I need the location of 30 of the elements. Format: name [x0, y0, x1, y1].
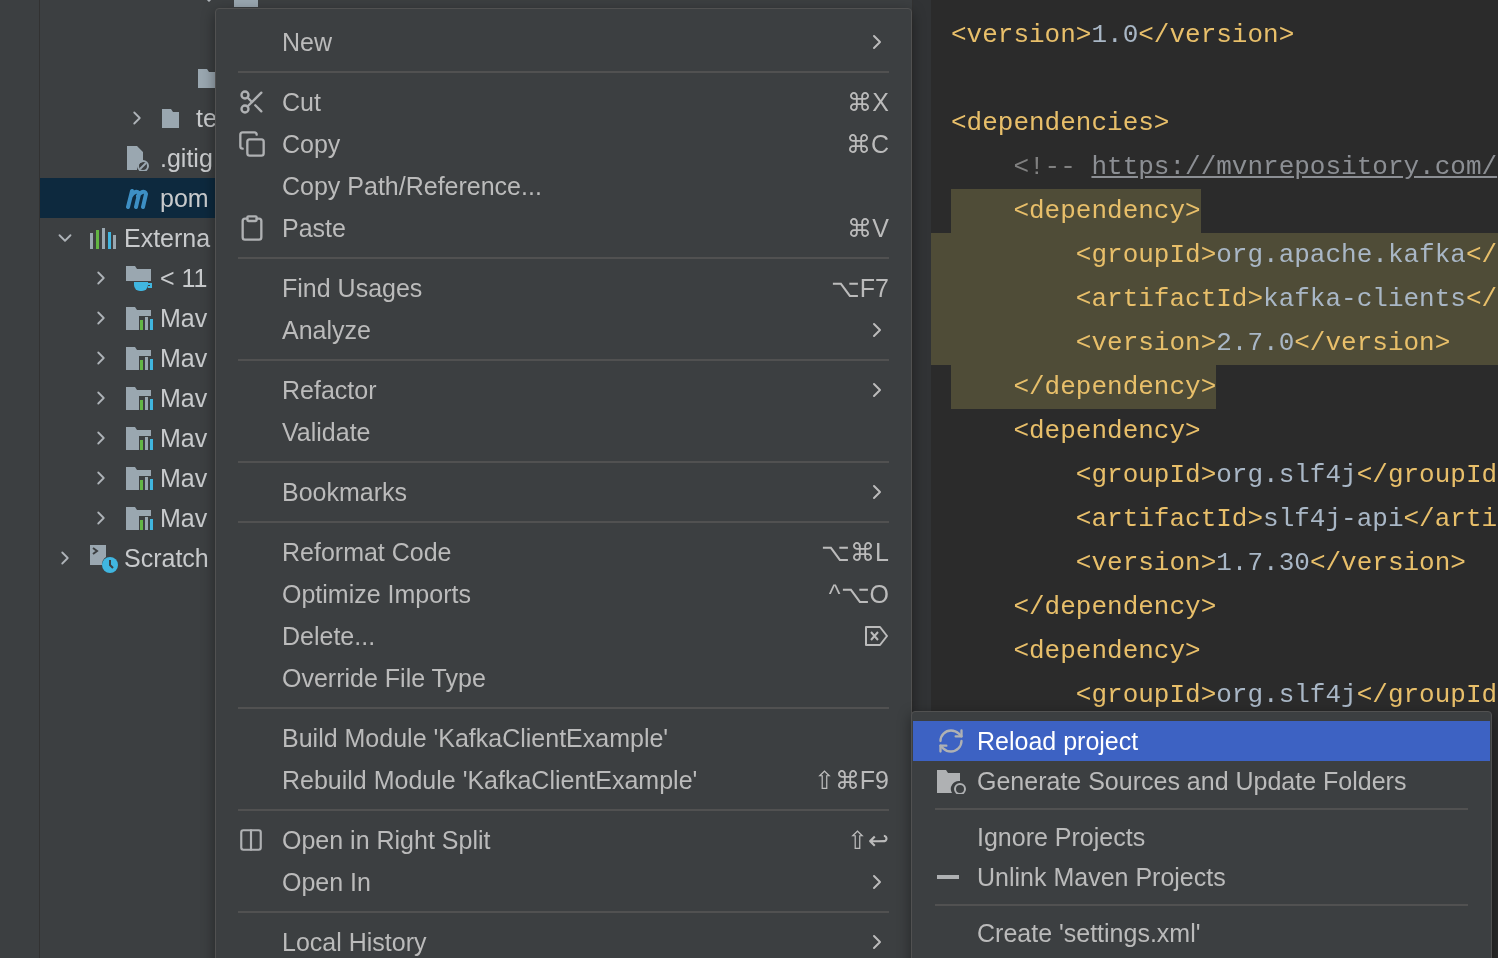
shortcut-label: ⌥⌘L: [821, 537, 889, 567]
tree-item-label: Mav: [160, 503, 208, 533]
tree-item-label: .gitig: [160, 143, 213, 173]
shortcut-label: ⌥F7: [830, 273, 889, 303]
code-line: <dependencies>: [951, 107, 1170, 140]
shortcut-label: ⇧⌘F9: [813, 765, 889, 795]
tree-item-label: Mav: [160, 303, 208, 333]
code-line: <version>1.0</version>: [951, 19, 1295, 52]
shortcut-label: ⌘X: [847, 87, 889, 117]
tree-item-label: Mav: [160, 383, 208, 413]
tree-item-label: Scratch: [124, 543, 209, 573]
tree-item-label: Mav: [160, 423, 208, 453]
code-line: </dependency>: [1012, 591, 1217, 624]
code-line: <!-- https://mvnrepository.com/: [1012, 151, 1498, 184]
code-line: <groupId>org.slf4j</groupId: [1074, 679, 1498, 712]
tree-item-label: Mav: [160, 463, 208, 493]
code-line: <version>1.7.30</version>: [1074, 547, 1466, 580]
tree-item-label: te: [196, 103, 217, 133]
code-line: <groupId>org.slf4j</groupId: [1074, 459, 1498, 492]
code-line: <dependency>: [1012, 415, 1201, 448]
code-line: <dependency>: [1012, 635, 1201, 668]
tree-item-label: < 11: [160, 263, 208, 293]
shortcut-label: ⇧↩: [847, 825, 889, 855]
shortcut-label: ⌘C: [845, 129, 889, 159]
shortcut-label: ^⌥O: [828, 579, 889, 609]
tree-item-label: pom: [160, 183, 209, 213]
shortcut-label: ⌘V: [847, 213, 889, 243]
code-line: <artifactId>slf4j-api</arti: [1074, 503, 1498, 536]
tree-item-label: Mav: [160, 343, 208, 373]
tree-item-label: Externa: [124, 223, 211, 253]
